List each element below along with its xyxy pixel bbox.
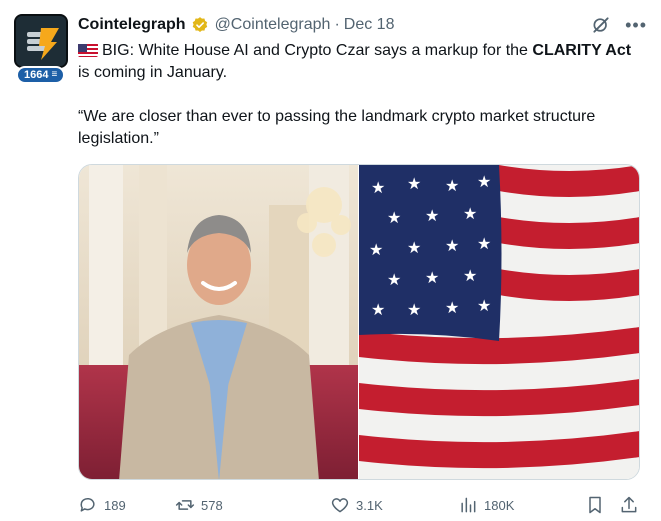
photo-man-in-hall[interactable]	[79, 165, 358, 479]
tweet-body: BIG: White House AI and Crypto Czar says…	[78, 40, 638, 172]
heart-icon	[331, 498, 349, 513]
tweet-header: Cointelegraph @Cointelegraph · Dec 18 ••…	[78, 14, 647, 36]
author-name[interactable]: Cointelegraph	[78, 16, 186, 34]
tweet-text-suffix: is coming in January.	[78, 64, 228, 81]
grok-icon[interactable]	[591, 15, 611, 35]
views-icon	[461, 497, 476, 513]
repost-icon	[175, 500, 195, 510]
svg-text:★: ★	[477, 172, 491, 191]
tweet[interactable]: 1664 ≡ Cointelegraph @Cointelegraph · De…	[0, 0, 661, 521]
views-button[interactable]: 180K	[458, 495, 514, 515]
tweet-text-prefix: BIG: White House AI and Crypto Czar says…	[102, 42, 533, 59]
svg-text:★: ★	[463, 266, 477, 285]
svg-text:★: ★	[407, 238, 421, 257]
bookmark-button[interactable]	[585, 495, 605, 515]
svg-text:★: ★	[407, 300, 421, 319]
svg-text:★: ★	[407, 174, 421, 193]
like-count: 3.1K	[356, 497, 383, 513]
like-button[interactable]: 3.1K	[330, 495, 383, 515]
share-button[interactable]	[619, 495, 639, 515]
svg-text:★: ★	[445, 236, 459, 255]
avatar-container[interactable]: 1664 ≡	[14, 14, 68, 86]
badge-count: 1664 ≡	[16, 66, 66, 84]
bookmark-icon	[589, 496, 601, 514]
svg-text:★: ★	[463, 204, 477, 223]
media-grid[interactable]: ★ ★ ★ ★ ★ ★ ★ ★ ★ ★ ★ ★ ★ ★ ★ ★ ★ ★	[78, 164, 640, 480]
action-bar: 189 578 3.1K 180K	[78, 493, 640, 517]
repost-button[interactable]: 578	[175, 495, 223, 515]
tweet-text-bold: CLARITY Act	[532, 42, 632, 59]
svg-text:★: ★	[425, 268, 439, 287]
verified-gold-badge-icon[interactable]	[191, 16, 209, 34]
svg-text:★: ★	[387, 208, 401, 227]
tweet-quote: “We are closer than ever to passing the …	[78, 108, 596, 147]
share-icon	[621, 496, 637, 513]
repost-count: 578	[201, 497, 223, 513]
post-date[interactable]: Dec 18	[344, 16, 395, 34]
more-icon[interactable]: •••	[625, 16, 647, 34]
badge-lines-icon: ≡	[51, 69, 58, 80]
us-flag-emoji-icon	[78, 43, 98, 57]
svg-text:★: ★	[371, 178, 385, 197]
svg-text:★: ★	[425, 206, 439, 225]
svg-text:★: ★	[477, 234, 491, 253]
svg-text:★: ★	[371, 300, 385, 319]
reply-icon	[80, 497, 95, 512]
reply-count: 189	[104, 497, 126, 513]
views-count: 180K	[484, 497, 515, 513]
badge-count-value: 1664	[24, 69, 49, 81]
svg-text:★: ★	[445, 298, 459, 317]
photo-american-flag[interactable]: ★ ★ ★ ★ ★ ★ ★ ★ ★ ★ ★ ★ ★ ★ ★ ★ ★ ★	[359, 165, 639, 479]
tweet-line-1: BIG: White House AI and Crypto Czar says…	[78, 40, 638, 84]
svg-text:★: ★	[477, 296, 491, 315]
svg-text:★: ★	[445, 176, 459, 195]
author-handle[interactable]: @Cointelegraph	[215, 16, 331, 34]
avatar[interactable]	[14, 14, 68, 68]
svg-text:★: ★	[387, 270, 401, 289]
separator-dot: ·	[334, 16, 340, 33]
reply-button[interactable]: 189	[78, 495, 126, 515]
svg-text:★: ★	[369, 240, 383, 259]
